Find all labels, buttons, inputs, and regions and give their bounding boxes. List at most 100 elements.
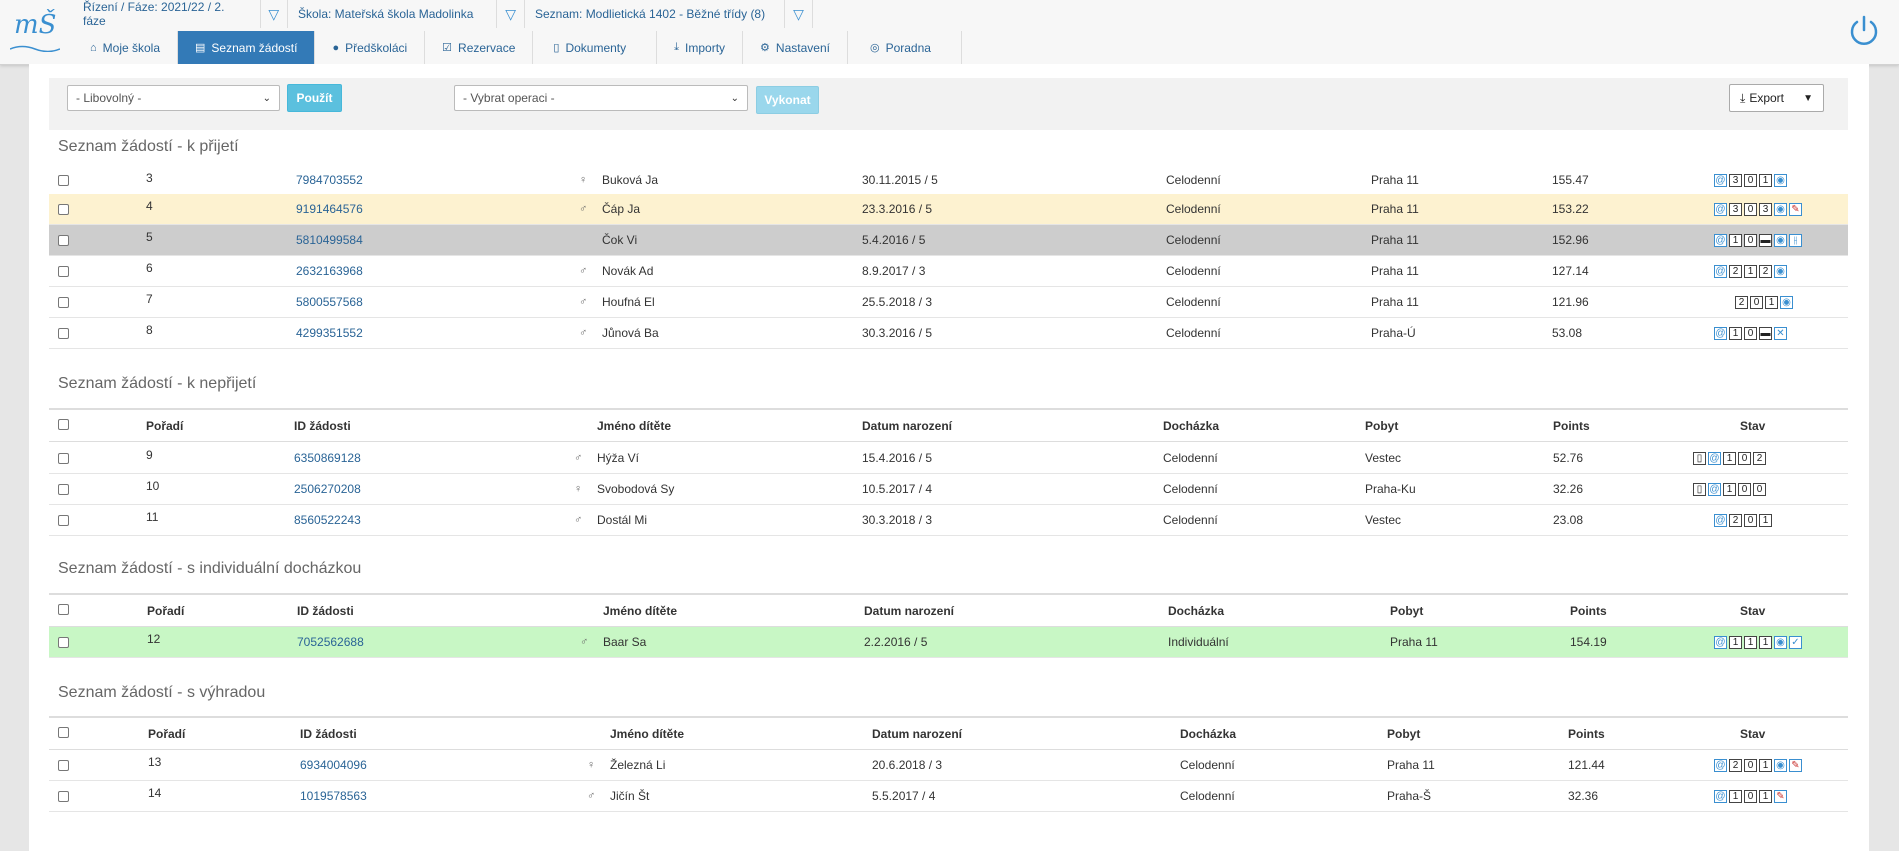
status-count[interactable]: 2 [1729,758,1742,772]
column-header-order[interactable]: Pořadí [148,718,185,749]
application-id-link[interactable]: 9191464576 [296,202,363,216]
row-checkbox[interactable] [58,194,69,224]
checkbox-box[interactable] [58,296,69,308]
column-header-residence[interactable]: Pobyt [1365,410,1398,441]
status-count[interactable]: 0 [1744,326,1757,340]
table-row[interactable]: 10 2506270208 ♀ Svobodová Sy 10.5.2017 / 4 Ce… [49,474,1848,505]
email-status-icon[interactable]: @ [1714,326,1727,340]
column-header-residence[interactable]: Pobyt [1387,718,1420,749]
row-checkbox[interactable] [58,750,69,780]
tab-seznam-zadosti[interactable]: ▤ Seznam žádostí [178,31,316,64]
application-id-link[interactable]: 5810499584 [296,233,363,247]
email-status-icon[interactable]: @ [1708,451,1721,465]
column-header-name[interactable]: Jméno dítěte [610,718,684,749]
email-status-icon[interactable]: @ [1714,264,1727,278]
application-id-link[interactable]: 8560522243 [294,513,361,527]
column-header-dob[interactable]: Datum narození [862,410,952,441]
tab-nastaveni[interactable]: ⚙ Nastavení [743,31,848,64]
checkbox-box[interactable] [58,604,69,615]
row-checkbox[interactable] [58,225,69,255]
column-header-name[interactable]: Jméno dítěte [597,410,671,441]
status-count[interactable]: 1 [1759,173,1772,187]
use-button[interactable]: Použít [287,84,342,112]
table-row[interactable]: 7 5800557568 ♂ Houfná El 25.5.2018 / 3 Celode… [49,287,1848,318]
application-id-link[interactable]: 2506270208 [294,482,361,496]
checkbox-box[interactable] [58,234,69,246]
email-status-icon[interactable]: @ [1714,758,1727,772]
status-count[interactable]: 1 [1759,635,1772,649]
status-count[interactable]: 1 [1723,482,1736,496]
checkbox-box[interactable] [58,419,69,430]
column-header-state[interactable]: Stav [1740,718,1765,749]
table-row[interactable]: 5 5810499584 Čok Vi 5.4.2016 / 5 Celodenní Pr… [49,225,1848,256]
checkbox-box[interactable] [58,327,69,339]
row-checkbox[interactable] [58,256,69,286]
checkbox-box[interactable] [58,452,69,464]
checkbox-box[interactable] [58,636,69,648]
minus-icon[interactable]: ▬ [1759,326,1772,340]
status-count[interactable]: 0 [1738,451,1751,465]
pencil-icon[interactable]: ✎ [1789,758,1802,772]
filter-list[interactable]: Seznam: Modlietická 1402 - Běžné třídy (… [525,0,813,28]
table-row[interactable]: 6 2632163968 ♂ Novák Ad 8.9.2017 / 3 Celodenn… [49,256,1848,287]
email-status-icon[interactable]: @ [1714,513,1727,527]
row-checkbox[interactable] [58,318,69,348]
tab-predskolaci[interactable]: ● Předškoláci [315,31,426,64]
row-checkbox[interactable] [58,474,69,504]
column-header-id[interactable]: ID žádosti [297,595,354,626]
status-count[interactable]: 0 [1744,173,1757,187]
column-header-name[interactable]: Jméno dítěte [603,595,677,626]
tab-importy[interactable]: ⤓ Importy [657,31,744,64]
application-id-link[interactable]: 7052562688 [297,635,364,649]
application-id-link[interactable]: 7984703552 [296,173,363,187]
column-header-id[interactable]: ID žádosti [294,410,351,441]
table-row[interactable]: 13 6934004096 ♀ Železná Li 20.6.2018 / 3 Celo… [49,750,1848,781]
target-status-icon[interactable]: ◉ [1774,173,1787,187]
filter-phase[interactable]: Řízení / Fáze: 2021/22 / 2. fáze ▽ [73,0,288,28]
pencil-icon[interactable]: ✎ [1774,789,1787,803]
tab-dokumenty[interactable]: ▯ Dokumenty [533,31,658,64]
table-row[interactable]: 3 7984703552 ♀ Buková Ja 30.11.2015 / 5 Celod… [49,166,1848,195]
email-status-icon[interactable]: @ [1714,635,1727,649]
table-row[interactable]: 11 8560522243 ♂ Dostál Mi 30.3.2018 / 3 Celod… [49,505,1848,536]
filter-school[interactable]: Škola: Mateřská škola Madolinka ▽ [288,0,525,28]
status-count[interactable]: 1 [1729,789,1742,803]
column-header-attendance[interactable]: Docházka [1163,410,1219,441]
status-count[interactable]: 1 [1729,635,1742,649]
row-checkbox[interactable] [58,166,69,194]
close-icon[interactable]: ✕ [1774,326,1787,340]
status-count[interactable]: 1 [1759,789,1772,803]
row-checkbox[interactable] [58,505,69,535]
status-count[interactable]: 0 [1744,233,1757,247]
table-row[interactable]: 8 4299351552 ♂ Jůnová Ba 30.3.2016 / 5 Celode… [49,318,1848,349]
table-row[interactable]: 4 9191464576 ♂ Čáp Ja 23.3.2016 / 5 Celodenní… [49,194,1848,225]
status-count[interactable]: 2 [1729,264,1742,278]
phone-icon[interactable]: ▯ [1693,482,1706,496]
status-count[interactable]: 3 [1759,202,1772,216]
filter-select[interactable]: - Libovolný - ⌄ [67,85,280,111]
column-header-dob[interactable]: Datum narození [872,718,962,749]
checkbox-box[interactable] [58,514,69,526]
checkbox-box[interactable] [58,203,69,215]
status-count[interactable]: 1 [1744,635,1757,649]
column-header-points[interactable]: Points [1568,718,1605,749]
row-checkbox[interactable] [58,443,69,473]
checkbox-box[interactable] [58,790,69,802]
status-count[interactable]: 1 [1729,326,1742,340]
status-count[interactable]: 2 [1759,264,1772,278]
application-id-link[interactable]: 1019578563 [300,789,367,803]
split-icon[interactable]: ⫲ [1789,233,1802,247]
email-status-icon[interactable]: @ [1714,202,1727,216]
checkbox-box[interactable] [58,727,69,738]
app-logo[interactable]: mŠ [8,10,60,52]
column-header-residence[interactable]: Pobyt [1390,595,1423,626]
power-icon[interactable] [1847,14,1881,48]
checkbox-box[interactable] [58,265,69,277]
target-status-icon[interactable]: ◉ [1774,635,1787,649]
status-count[interactable]: 2 [1729,513,1742,527]
filter-school-dropdown-icon[interactable]: ▽ [496,0,524,28]
column-header-order[interactable]: Pořadí [146,410,183,441]
phone-icon[interactable]: ▯ [1693,451,1706,465]
column-header-points[interactable]: Points [1570,595,1607,626]
status-count[interactable]: 0 [1738,482,1751,496]
